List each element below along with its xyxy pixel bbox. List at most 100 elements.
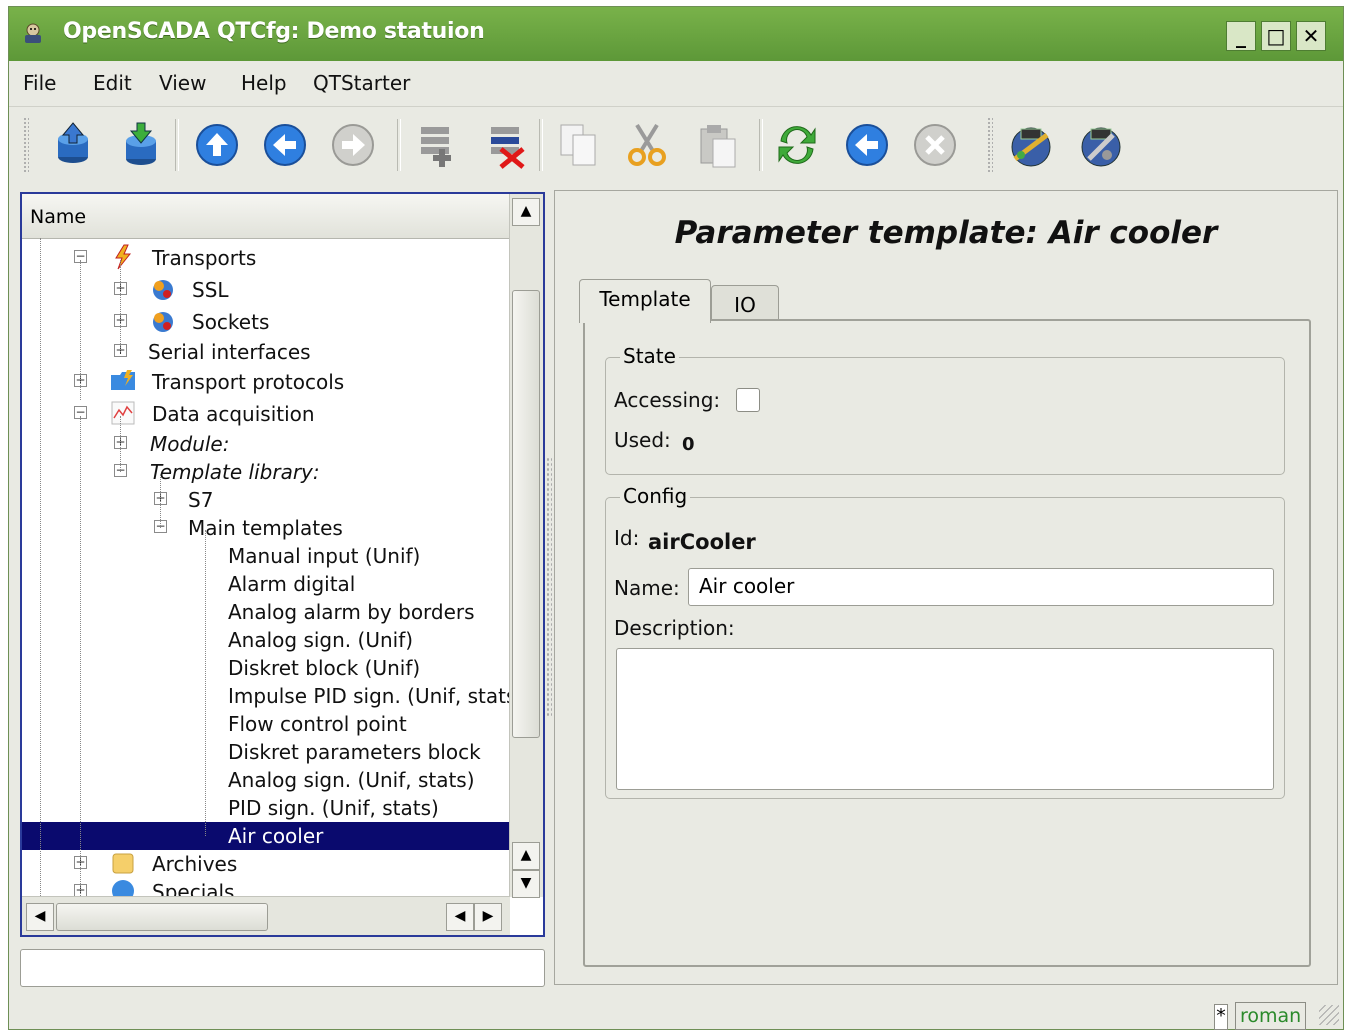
accessing-checkbox[interactable] — [736, 388, 760, 412]
tree-line — [80, 416, 81, 896]
scroll-up-icon[interactable]: ▲ — [512, 198, 540, 226]
description-textarea[interactable] — [616, 648, 1274, 790]
tree-vertical-scrollbar[interactable]: ▲ ▲ ▼ — [509, 194, 543, 898]
name-label: Name: — [614, 576, 680, 600]
toolbar-separator — [759, 119, 763, 171]
menu-qtstarter[interactable]: QTStarter — [313, 71, 410, 95]
folder-icon — [111, 370, 135, 390]
toolbar — [9, 106, 1343, 185]
tree-horizontal-scrollbar[interactable]: ◀ ◀ ▶ — [22, 896, 510, 935]
menu-view[interactable]: View — [159, 71, 206, 95]
tree-item-data-acquisition[interactable]: − Data acquisition — [22, 400, 510, 428]
used-label: Used: — [614, 428, 671, 452]
tree-item-template[interactable]: Analog sign. (Unif) — [22, 626, 510, 654]
splitter-handle[interactable] — [546, 457, 552, 717]
tree-line — [205, 530, 206, 836]
tree-item-template[interactable]: Impulse PID sign. (Unif, stats) — [22, 682, 524, 710]
tree-item-specials[interactable]: + Specials — [22, 878, 510, 897]
add-item-icon[interactable] — [413, 121, 461, 169]
cut-icon[interactable] — [623, 121, 671, 169]
paste-icon[interactable] — [693, 121, 741, 169]
title-bar[interactable]: OpenSCADA QTCfg: Demo statuion _ □ ✕ — [9, 7, 1343, 61]
toolbar-separator — [539, 119, 543, 171]
tree-item-archives[interactable]: + Archives — [22, 850, 510, 878]
forward-icon[interactable] — [329, 121, 377, 169]
tab-template[interactable]: Template — [579, 279, 711, 323]
scroll-right-icon[interactable]: ▶ — [474, 903, 502, 931]
tree-item-ssl[interactable]: + SSL — [22, 276, 510, 304]
menu-file[interactable]: File — [23, 71, 56, 95]
page-title: Parameter template: Air cooler — [674, 215, 1218, 251]
tab-panel-template: State Accessing: Used: 0 Config Id: airC… — [583, 319, 1311, 967]
tree-header-name: Name — [30, 206, 87, 228]
window-title: OpenSCADA QTCfg: Demo statuion — [63, 19, 485, 44]
up-icon[interactable] — [193, 121, 241, 169]
tree-item-template[interactable]: Analog sign. (Unif, stats) — [22, 766, 510, 794]
network-socket-icon — [153, 280, 173, 300]
close-button[interactable]: ✕ — [1296, 21, 1326, 51]
scroll-thumb[interactable] — [512, 290, 540, 738]
back-history-icon[interactable] — [843, 121, 891, 169]
tree-item-template[interactable]: Diskret block (Unif) — [22, 654, 510, 682]
tree-item-s7[interactable]: + S7 — [22, 486, 510, 514]
name-input[interactable]: Air cooler — [688, 568, 1274, 606]
content-pane: Parameter template: Air cooler Template … — [554, 190, 1338, 985]
state-group-title: State — [620, 344, 679, 368]
modified-indicator: * — [1214, 1004, 1228, 1030]
used-value: 0 — [682, 434, 695, 455]
id-value: airCooler — [648, 530, 756, 554]
lightning-icon — [115, 244, 132, 270]
menu-help[interactable]: Help — [241, 71, 287, 95]
tree-line — [120, 260, 121, 352]
tree-item-main-templates[interactable]: − Main templates — [22, 514, 510, 542]
tree-item-air-cooler-selected[interactable]: Air cooler — [22, 822, 510, 850]
tree-item-serial-interfaces[interactable]: + Serial interfaces — [22, 338, 510, 366]
state-group: State Accessing: Used: 0 — [605, 344, 1285, 475]
tree-item-template[interactable]: Flow control point — [22, 710, 510, 738]
program-tools-icon[interactable] — [1077, 121, 1125, 169]
tree-item-transports[interactable]: − Transports — [22, 244, 510, 272]
tree-item-template[interactable]: Diskret parameters block — [22, 738, 510, 766]
menu-edit[interactable]: Edit — [93, 71, 132, 95]
tree-item-template[interactable]: PID sign. (Unif, stats) — [22, 794, 510, 822]
tree-item-template[interactable]: Alarm digital — [22, 570, 510, 598]
toolbar-separator — [397, 119, 401, 171]
maximize-button[interactable]: □ — [1261, 21, 1291, 51]
scroll-left-icon[interactable]: ◀ — [26, 903, 54, 931]
tree-item-module[interactable]: + Module: — [22, 430, 510, 458]
resize-grip[interactable] — [1319, 1005, 1339, 1025]
accessing-label: Accessing: — [614, 388, 721, 412]
tree-header[interactable]: Name — [22, 194, 510, 239]
scroll-left-icon[interactable]: ◀ — [446, 903, 474, 931]
tree-item-template[interactable]: Manual input (Unif) — [22, 542, 510, 570]
description-label: Description: — [614, 616, 735, 640]
program-config-icon[interactable] — [1007, 121, 1055, 169]
back-icon[interactable] — [261, 121, 309, 169]
stop-icon[interactable] — [911, 121, 959, 169]
id-label: Id: — [614, 526, 640, 550]
tree-line — [40, 238, 41, 898]
tree-filter-field[interactable] — [20, 949, 545, 987]
user-indicator[interactable]: roman — [1235, 1002, 1307, 1030]
toolbar-grip[interactable] — [987, 117, 993, 173]
delete-item-icon[interactable] — [483, 121, 531, 169]
scroll-thumb[interactable] — [56, 903, 268, 931]
help-icon — [112, 880, 134, 897]
copy-icon[interactable] — [555, 121, 603, 169]
db-load-icon[interactable] — [49, 121, 97, 169]
scroll-up-icon[interactable]: ▲ — [512, 842, 540, 870]
scroll-down-icon[interactable]: ▼ — [512, 870, 540, 898]
refresh-icon[interactable] — [773, 121, 821, 169]
toolbar-separator — [175, 119, 179, 171]
navigation-tree[interactable]: Name − Transports + SSL + Sockets + Seri… — [20, 192, 545, 937]
tree-item-template-library[interactable]: − Template library: — [22, 458, 510, 486]
tree-item-transport-protocols[interactable]: + Transport protocols — [22, 368, 510, 396]
menu-bar: File Edit View Help QTStarter — [9, 61, 1343, 106]
tree-line — [160, 474, 161, 528]
archive-icon — [112, 853, 134, 874]
minimize-button[interactable]: _ — [1226, 21, 1256, 51]
db-save-icon[interactable] — [117, 121, 165, 169]
tree-item-template[interactable]: Analog alarm by borders — [22, 598, 510, 626]
toolbar-grip[interactable] — [23, 117, 29, 173]
tree-item-sockets[interactable]: + Sockets — [22, 308, 510, 336]
